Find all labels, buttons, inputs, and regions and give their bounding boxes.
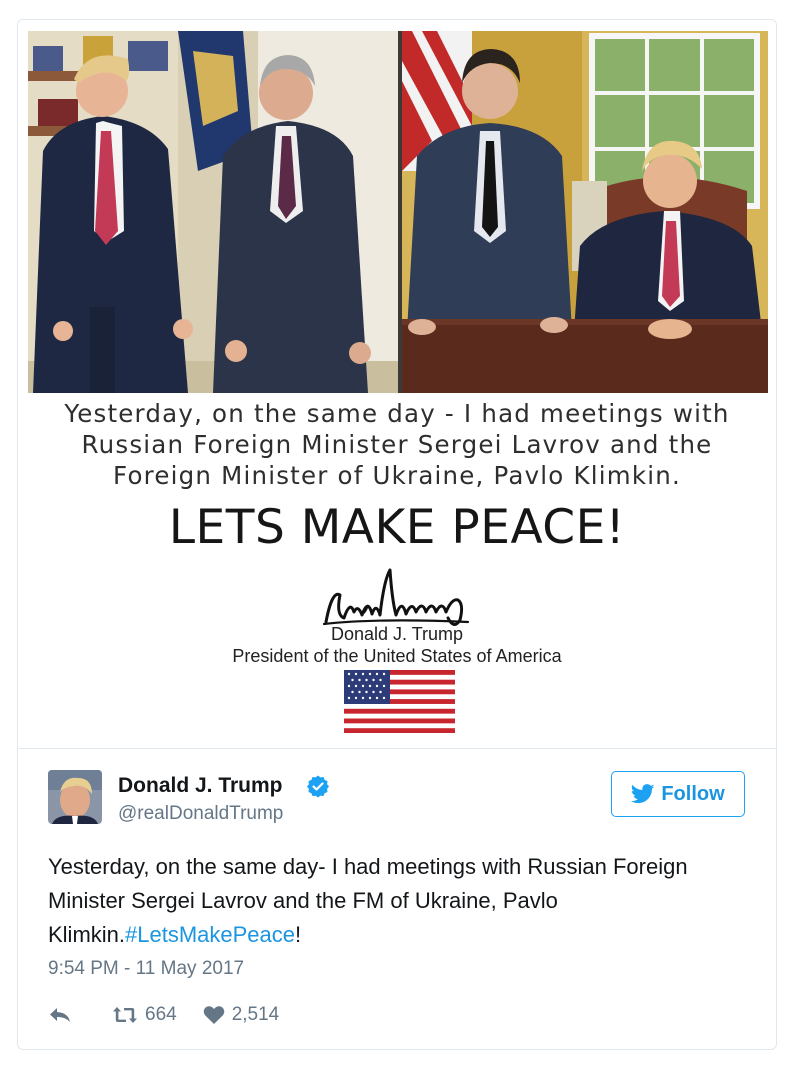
- signature-name: Donald J. Trump: [330, 624, 464, 644]
- slogan-text: LETS MAKE PEACE!: [168, 500, 626, 555]
- caption-line: Foreign Minister of Ukraine, Pavlo Klimk…: [113, 461, 681, 490]
- tweet-card: Yesterday, on the same day - I had meeti…: [17, 19, 777, 1050]
- tweet-header: Donald J. Trump @realDonaldTrump Follow: [48, 770, 748, 830]
- photo-left: [28, 31, 398, 393]
- us-flag-icon: [344, 670, 455, 733]
- tweet-body-tail: !: [295, 922, 302, 947]
- reply-icon: [50, 1008, 70, 1022]
- signature-title: President of the United States of Americ…: [232, 646, 562, 666]
- tweet-actions: 664 2,514: [48, 1000, 279, 1030]
- twitter-bird-icon: [631, 784, 655, 804]
- reply-button[interactable]: [48, 1005, 72, 1025]
- verified-badge-icon: [307, 775, 329, 798]
- follow-button[interactable]: Follow: [611, 771, 745, 817]
- avatar[interactable]: [48, 770, 102, 824]
- retweet-button[interactable]: 664: [112, 1004, 177, 1026]
- image-caption: Yesterday, on the same day - I had meeti…: [18, 398, 776, 491]
- caption-line: Yesterday, on the same day - I had meeti…: [64, 399, 730, 428]
- tweet-timestamp[interactable]: 9:54 PM - 11 May 2017: [48, 958, 244, 980]
- like-button[interactable]: 2,514: [203, 1004, 280, 1026]
- heart-icon: [203, 1006, 224, 1024]
- author-name[interactable]: Donald J. Trump: [118, 774, 283, 798]
- retweet-icon: [113, 1007, 137, 1023]
- tweet-media-image[interactable]: Yesterday, on the same day - I had meeti…: [18, 20, 776, 749]
- photo-right: [402, 31, 768, 393]
- like-count: 2,514: [231, 1004, 280, 1025]
- author-handle[interactable]: @realDonaldTrump: [118, 803, 283, 825]
- tweet-text: Yesterday, on the same day- I had meetin…: [48, 850, 748, 952]
- photo-collage: [28, 31, 768, 393]
- hashtag-link[interactable]: #LetsMakePeace: [125, 922, 295, 947]
- caption-line: Russian Foreign Minister Sergei Lavrov a…: [81, 430, 713, 459]
- follow-label: Follow: [661, 782, 725, 805]
- retweet-count: 664: [145, 1004, 177, 1025]
